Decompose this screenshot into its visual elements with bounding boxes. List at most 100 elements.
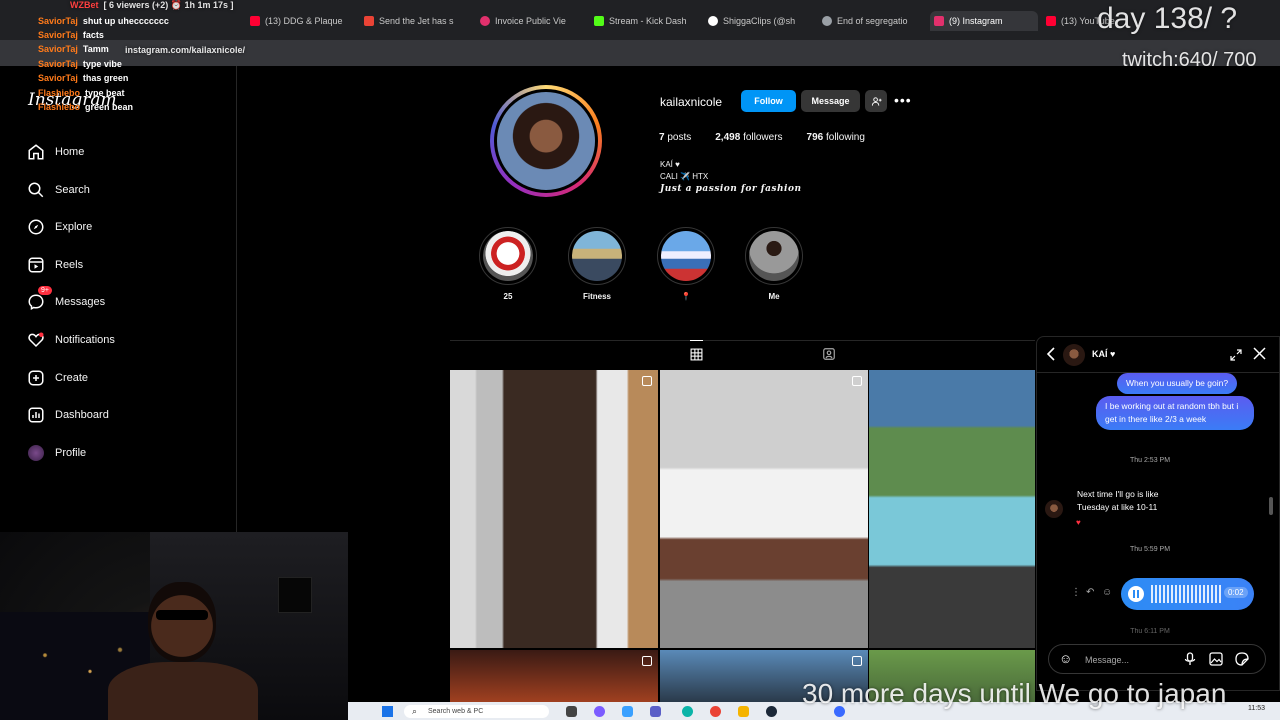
story-highlight[interactable]: 25 (478, 227, 538, 301)
gmail-icon (364, 16, 374, 26)
more-actions-icon[interactable]: ⋮ (1071, 587, 1081, 598)
sticker-icon[interactable] (1235, 652, 1249, 668)
back-arrow-icon[interactable] (1046, 347, 1056, 366)
profile-username: kailaxnicole (660, 95, 723, 109)
globe-icon (822, 16, 832, 26)
followers-stat[interactable]: 2,498 followers (715, 132, 782, 143)
browser-tab[interactable]: (13) DDG & Plaque (250, 11, 350, 31)
profile-avatar[interactable] (494, 89, 598, 193)
browser-tab[interactable]: ShiggaClips (@sh (708, 11, 808, 31)
pause-icon[interactable] (1128, 586, 1144, 602)
sender-avatar[interactable] (1045, 500, 1063, 518)
posts-stat[interactable]: 7 posts (659, 132, 691, 143)
sidebar-item-dashboard[interactable]: Dashboard (26, 403, 109, 427)
following-stat[interactable]: 796 following (807, 132, 865, 143)
story-highlight[interactable]: 📍 (656, 227, 716, 301)
voice-message[interactable]: 0:02 (1121, 578, 1254, 610)
tab-tagged[interactable] (822, 347, 836, 366)
sidebar-item-explore[interactable]: Explore (26, 215, 92, 239)
grid-icon (690, 348, 703, 361)
discord-icon[interactable] (594, 706, 605, 717)
multi-post-icon (852, 656, 862, 666)
message-timestamp: Thu 2:53 PM (1129, 457, 1171, 464)
highlight-thumbnail (483, 231, 533, 281)
add-person-icon (871, 96, 882, 106)
more-options-icon[interactable]: ••• (894, 92, 912, 108)
message-timestamp: Thu 5:59 PM (1129, 546, 1171, 553)
browser-tab[interactable]: Invoice Public Vie (480, 11, 580, 31)
dm-scrollbar[interactable] (1269, 377, 1273, 632)
messages-badge: 9+ (38, 286, 52, 295)
file-explorer-icon[interactable] (738, 706, 749, 717)
countdown-text: 30 more days until We go to japan (802, 678, 1227, 709)
voice-duration: 0:02 (1224, 587, 1248, 598)
avatar-icon (26, 443, 46, 463)
sidebar-item-home[interactable]: Home (26, 140, 84, 164)
dm-contact-name[interactable]: KAÍ ♥ (1092, 349, 1115, 359)
sidebar-item-reels[interactable]: Reels (26, 253, 83, 277)
message-timestamp: Thu 6:11 PM (1130, 628, 1170, 635)
bio-location: CALI ✈️ HTX (660, 172, 709, 181)
home-icon (26, 142, 46, 162)
post-thumbnail[interactable] (660, 370, 868, 648)
expand-icon[interactable] (1230, 348, 1242, 366)
sidebar-item-notifications[interactable]: Notifications (26, 328, 115, 352)
emoji-icon[interactable]: ☺ (1059, 652, 1072, 666)
dm-avatar[interactable] (1063, 344, 1085, 366)
edge-icon[interactable] (682, 706, 693, 717)
close-icon[interactable] (1253, 347, 1266, 365)
sidebar-item-create[interactable]: Create (26, 366, 88, 390)
taskbar-search[interactable]: ⌕ Search web & PC (404, 705, 549, 718)
compass-icon (26, 217, 46, 237)
post-thumbnail[interactable] (450, 370, 658, 648)
multi-post-icon (642, 376, 652, 386)
tab-posts[interactable] (690, 340, 703, 366)
instagram-icon (934, 16, 944, 26)
chat-message: Flashiebo type beat (38, 88, 125, 98)
windows-start-icon[interactable] (382, 706, 393, 717)
profile-tabs (450, 340, 1035, 370)
story-highlight[interactable]: Fitness (567, 227, 627, 301)
story-highlight[interactable]: Me (744, 227, 804, 301)
reels-icon (26, 255, 46, 275)
kick-icon (594, 16, 604, 26)
teams-icon[interactable] (650, 706, 661, 717)
suggested-accounts-button[interactable] (865, 90, 887, 112)
react-emoji-icon[interactable]: ☺ (1102, 587, 1112, 598)
url-text[interactable]: instagram.com/kailaxnicole/ (125, 45, 245, 55)
message-bubble-incoming[interactable]: Next time I'll go is like Tuesday at lik… (1077, 488, 1187, 514)
steam-icon[interactable] (766, 706, 777, 717)
image-icon[interactable] (1209, 652, 1223, 668)
sidebar-item-search[interactable]: Search (26, 178, 90, 202)
follow-button[interactable]: Follow (741, 90, 796, 112)
chat-message: Flashiebo green bean (38, 102, 134, 112)
search-icon: ⌕ (412, 706, 418, 716)
tiktok-icon (708, 16, 718, 26)
clock[interactable]: 11:53 (1248, 705, 1265, 712)
app-icon[interactable] (622, 706, 633, 717)
sidebar-item-profile[interactable]: Profile (26, 441, 86, 465)
browser-tab[interactable]: Stream - Kick Dash (594, 11, 694, 31)
post-thumbnail[interactable] (450, 650, 658, 702)
chrome-icon[interactable] (710, 706, 721, 717)
dm-message-input[interactable]: ☺ Message... (1048, 644, 1266, 674)
message-button[interactable]: Message (801, 90, 860, 112)
message-bubble-outgoing[interactable]: When you usually be goin? (1117, 373, 1238, 394)
youtube-icon (250, 16, 260, 26)
highlight-thumbnail (661, 231, 711, 281)
streamer-webcam (0, 532, 348, 720)
browser-tab[interactable]: End of segregatio (822, 11, 922, 31)
youtube-icon (1046, 16, 1056, 26)
browser-tab[interactable]: Send the Jet has s (364, 11, 472, 31)
browser-tab-active[interactable]: (9) Instagram (930, 11, 1038, 31)
post-thumbnail[interactable] (869, 370, 1035, 648)
multi-post-icon (852, 376, 862, 386)
message-bubble-outgoing[interactable]: I be working out at random tbh but i get… (1096, 396, 1254, 430)
tagged-icon (823, 348, 835, 360)
reply-icon[interactable]: ↶ (1086, 587, 1094, 598)
app-icon[interactable] (566, 706, 577, 717)
profile-bio: KAÍ ♥ CALI ✈️ HTX Just a passion for fas… (660, 159, 802, 195)
profile-stats: 7 posts 2,498 followers 796 following (659, 132, 865, 143)
microphone-icon[interactable] (1184, 652, 1196, 668)
sidebar-item-messages[interactable]: 9+ Messages (26, 286, 105, 314)
